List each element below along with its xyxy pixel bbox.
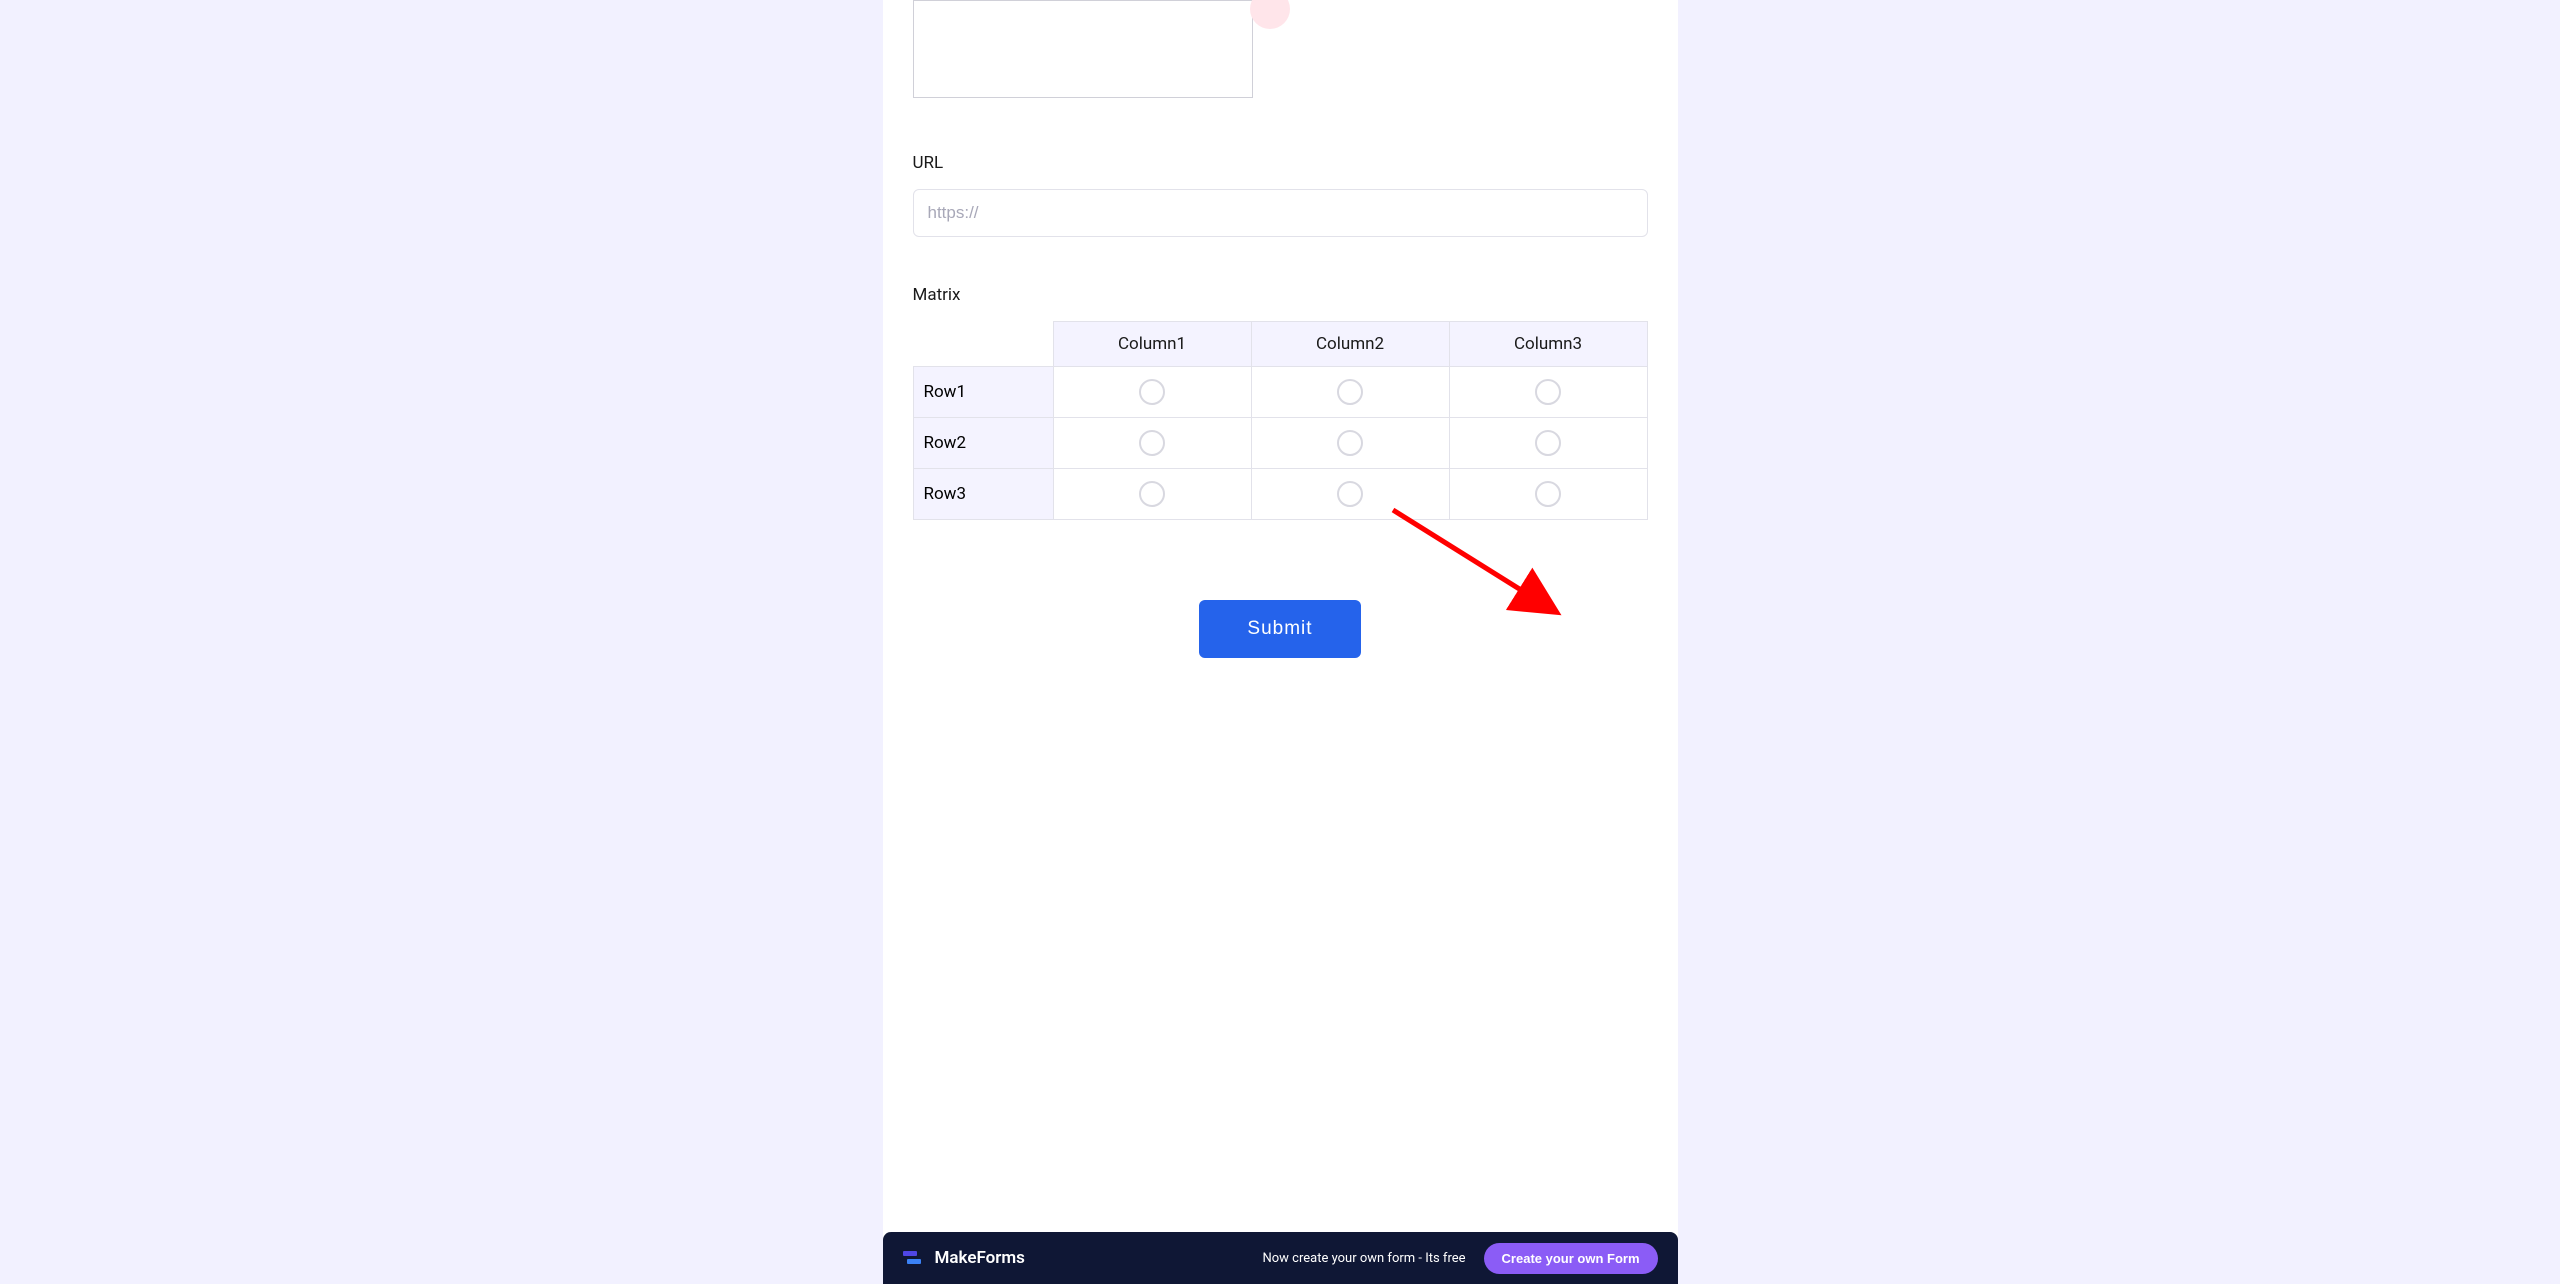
- footer-bar: MakeForms Now create your own form - Its…: [883, 1232, 1678, 1284]
- matrix-corner: [913, 322, 1053, 367]
- matrix-row: Row1: [913, 367, 1647, 418]
- matrix-column-header: Column2: [1251, 322, 1449, 367]
- form-container: URL Matrix Column1 Column2 Column3 Row1: [883, 0, 1678, 1284]
- footer-cta-text: Now create your own form - Its free: [1262, 1251, 1465, 1266]
- matrix-radio[interactable]: [1337, 379, 1363, 405]
- matrix-radio[interactable]: [1139, 481, 1165, 507]
- matrix-column-header: Column1: [1053, 322, 1251, 367]
- url-label: URL: [913, 153, 1648, 173]
- submit-wrapper: Submit: [913, 600, 1648, 658]
- matrix-radio[interactable]: [1535, 430, 1561, 456]
- image-placeholder: [913, 0, 1253, 98]
- matrix-row-label: Row2: [913, 418, 1053, 469]
- matrix-column-header: Column3: [1449, 322, 1647, 367]
- matrix-row-label: Row3: [913, 469, 1053, 520]
- matrix-radio[interactable]: [1337, 430, 1363, 456]
- matrix-radio[interactable]: [1139, 430, 1165, 456]
- brand-name: MakeForms: [935, 1248, 1025, 1268]
- matrix-label: Matrix: [913, 285, 1648, 305]
- matrix-table: Column1 Column2 Column3 Row1 Row2: [913, 321, 1648, 520]
- footer-cta-button[interactable]: Create your own Form: [1484, 1243, 1658, 1274]
- matrix-radio[interactable]: [1337, 481, 1363, 507]
- url-input[interactable]: [913, 189, 1648, 237]
- matrix-row: Row2: [913, 418, 1647, 469]
- matrix-radio[interactable]: [1535, 379, 1561, 405]
- remove-icon[interactable]: [1250, 0, 1290, 29]
- matrix-row-label: Row1: [913, 367, 1053, 418]
- matrix-radio[interactable]: [1535, 481, 1561, 507]
- matrix-radio[interactable]: [1139, 379, 1165, 405]
- brand-icon: [903, 1249, 925, 1267]
- matrix-row: Row3: [913, 469, 1647, 520]
- submit-button[interactable]: Submit: [1199, 600, 1360, 658]
